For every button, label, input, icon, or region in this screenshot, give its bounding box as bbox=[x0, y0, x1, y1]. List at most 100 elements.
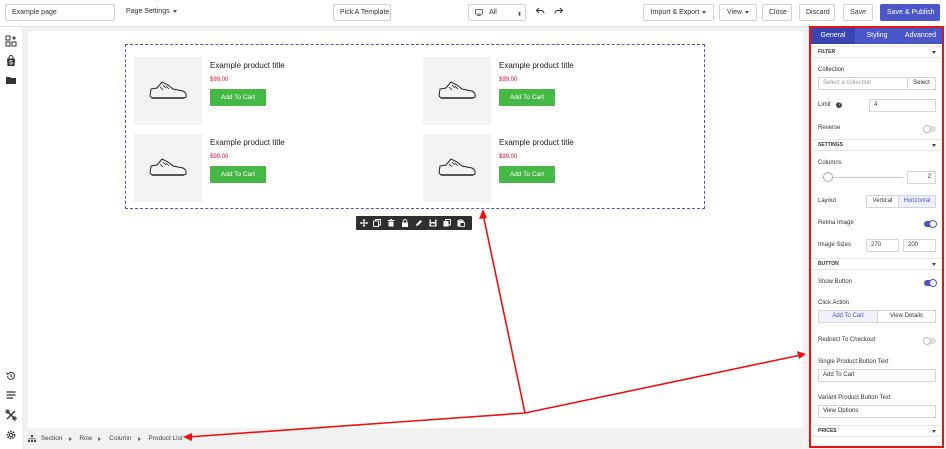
tools-icon[interactable] bbox=[5, 409, 17, 421]
breadcrumb-section[interactable]: Section bbox=[41, 435, 63, 442]
tab-advanced[interactable]: Advanced bbox=[899, 28, 942, 44]
view-dropdown[interactable]: View bbox=[719, 4, 757, 21]
chevron-down-icon bbox=[932, 263, 936, 266]
folder-icon[interactable] bbox=[5, 74, 17, 86]
tab-styling[interactable]: Styling bbox=[855, 28, 899, 44]
layout-vertical-option[interactable]: Vertical bbox=[866, 195, 899, 208]
prices-section-header[interactable]: PRICES bbox=[811, 425, 942, 437]
page-settings-dropdown[interactable]: Page Settings bbox=[120, 4, 183, 21]
columns-input[interactable]: 2 bbox=[907, 171, 936, 184]
chevron-down-icon bbox=[745, 10, 750, 14]
help-icon[interactable]: ? bbox=[836, 102, 843, 108]
click-action-view-details[interactable]: View Details bbox=[877, 310, 936, 323]
lock-icon[interactable] bbox=[401, 219, 409, 227]
add-to-cart-button[interactable]: Add To Cart bbox=[499, 166, 555, 183]
image-width-input[interactable]: 270 bbox=[866, 239, 899, 252]
single-button-text-input[interactable]: Add To Cart bbox=[818, 369, 936, 382]
gear-icon[interactable] bbox=[5, 429, 17, 441]
add-to-cart-button[interactable]: Add To Cart bbox=[210, 166, 266, 183]
page-settings-label: Page Settings bbox=[126, 8, 170, 15]
import-export-dropdown[interactable]: Import & Export bbox=[643, 4, 714, 21]
edit-icon[interactable] bbox=[415, 219, 423, 227]
collection-select-button[interactable]: Select bbox=[907, 77, 936, 90]
product-card[interactable]: Example product title $99.00 Add To Cart bbox=[415, 51, 695, 125]
image-height-input[interactable]: 200 bbox=[903, 239, 936, 252]
save-publish-button[interactable]: Save & Publish bbox=[880, 4, 940, 21]
breadcrumb-column[interactable]: Column bbox=[109, 435, 131, 442]
collection-input[interactable]: Select a collection bbox=[818, 77, 908, 90]
sneaker-icon bbox=[149, 81, 187, 99]
click-action-add-to-cart[interactable]: Add To Cart bbox=[818, 310, 878, 323]
sneaker-icon bbox=[438, 81, 476, 99]
columns-label: Columns bbox=[818, 160, 842, 166]
list-icon[interactable] bbox=[5, 389, 17, 401]
image-sizes-label: Image Sizes bbox=[818, 242, 852, 248]
retina-image-toggle[interactable] bbox=[924, 220, 937, 228]
breadcrumb-separator-icon bbox=[68, 436, 72, 441]
variant-button-text-label: Variant Product Button Text bbox=[818, 395, 891, 401]
save-icon[interactable] bbox=[429, 219, 437, 227]
settings-section-header[interactable]: SETTINGS bbox=[811, 139, 942, 151]
button-section-header[interactable]: BUTTON bbox=[811, 258, 942, 270]
product-title[interactable]: Example product title bbox=[499, 61, 574, 70]
filter-section-header[interactable]: FILTER bbox=[811, 46, 942, 58]
pick-template-button[interactable]: Pick A Template bbox=[333, 4, 391, 21]
tab-general[interactable]: General bbox=[811, 28, 855, 44]
device-value: All bbox=[489, 9, 497, 16]
copy-icon[interactable] bbox=[443, 219, 451, 227]
columns-slider-handle[interactable] bbox=[823, 172, 833, 182]
product-title[interactable]: Example product title bbox=[210, 61, 285, 70]
add-element-icon[interactable] bbox=[5, 35, 17, 47]
add-to-cart-button[interactable]: Add To Cart bbox=[499, 89, 555, 106]
show-button-toggle[interactable] bbox=[924, 279, 937, 287]
save-button[interactable]: Save bbox=[843, 4, 873, 21]
breadcrumb: Section Row Column Product List bbox=[28, 435, 183, 447]
left-rail: S bbox=[0, 27, 22, 449]
duplicate-icon[interactable] bbox=[373, 219, 381, 227]
history-icon[interactable] bbox=[5, 370, 17, 382]
chevron-down-icon bbox=[172, 9, 177, 13]
element-toolbar bbox=[356, 216, 472, 230]
device-select[interactable]: All ⬍ bbox=[468, 4, 526, 21]
retina-image-label: Retina Image bbox=[818, 220, 854, 226]
top-toolbar: Example page Page Settings Pick A Templa… bbox=[0, 0, 946, 27]
discard-button[interactable]: Discard bbox=[799, 4, 835, 21]
breadcrumb-row[interactable]: Row bbox=[79, 435, 92, 442]
show-button-label: Show Button bbox=[818, 279, 853, 285]
product-title[interactable]: Example product title bbox=[210, 138, 285, 147]
close-button[interactable]: Close bbox=[762, 4, 792, 21]
undo-icon bbox=[535, 7, 545, 14]
product-image bbox=[134, 57, 202, 125]
toggle-knob bbox=[929, 279, 937, 287]
layout-horizontal-option[interactable]: Horizontal bbox=[898, 195, 936, 208]
add-to-cart-button[interactable]: Add To Cart bbox=[210, 89, 266, 106]
svg-text:S: S bbox=[9, 61, 13, 67]
arrow-head-breadcrumb-icon bbox=[183, 433, 192, 441]
chevron-down-icon bbox=[932, 51, 936, 54]
columns-slider-track[interactable] bbox=[821, 177, 903, 178]
move-icon[interactable] bbox=[360, 219, 368, 227]
redirect-checkout-toggle[interactable] bbox=[923, 337, 936, 345]
variant-button-text-input[interactable]: View Options bbox=[818, 405, 936, 418]
product-image bbox=[134, 134, 202, 202]
redo-button[interactable] bbox=[548, 4, 569, 21]
reverse-label: Reverse bbox=[818, 125, 841, 131]
chevron-down-icon bbox=[932, 430, 936, 433]
paste-icon[interactable] bbox=[457, 219, 465, 227]
prices-header-label: PRICES bbox=[818, 428, 837, 434]
page-name-input[interactable]: Example page bbox=[5, 4, 115, 21]
chevron-down-icon bbox=[702, 10, 707, 14]
product-title[interactable]: Example product title bbox=[499, 138, 574, 147]
view-label: View bbox=[726, 9, 743, 16]
delete-icon[interactable] bbox=[387, 219, 395, 227]
shopify-bag-icon[interactable]: S bbox=[5, 55, 17, 67]
limit-input[interactable]: 4 bbox=[869, 99, 936, 112]
updown-icon: ⬍ bbox=[516, 12, 522, 18]
sitemap-icon bbox=[28, 435, 36, 442]
reverse-toggle[interactable] bbox=[923, 125, 936, 133]
product-card[interactable]: Example product title $99.00 Add To Cart bbox=[126, 128, 406, 202]
breadcrumb-product-list[interactable]: Product List bbox=[148, 435, 182, 442]
product-card[interactable]: Example product title $99.00 Add To Cart bbox=[415, 128, 695, 202]
product-list[interactable]: Example product title $99.00 Add To Cart… bbox=[125, 44, 705, 209]
product-card[interactable]: Example product title $99.00 Add To Cart bbox=[126, 51, 406, 125]
